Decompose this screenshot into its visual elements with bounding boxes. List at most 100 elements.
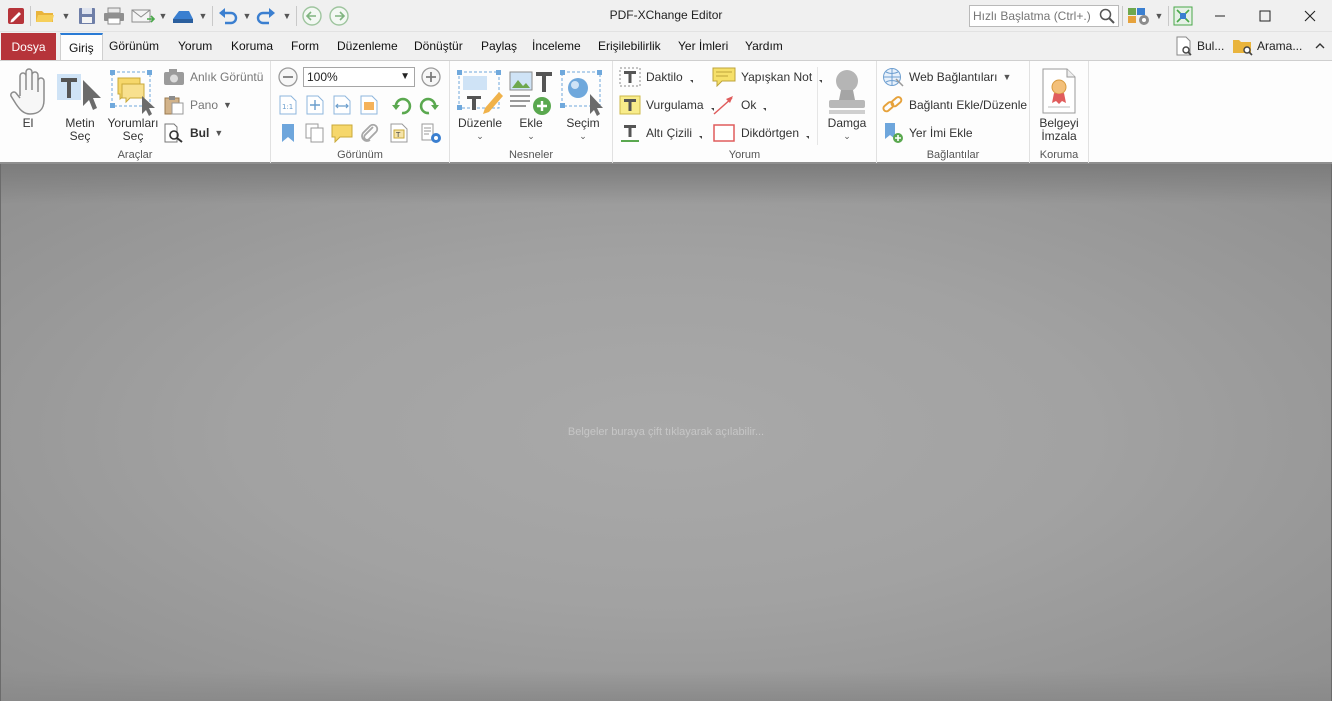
chevron-down-icon[interactable]: ▼ [281,4,293,28]
hand-tool-button[interactable]: El [6,65,50,130]
snapshot-button[interactable]: Anlık Görüntü [163,66,263,88]
redo-icon[interactable] [254,4,278,28]
file-tab[interactable]: Dosya [1,33,56,60]
back-arrow-icon[interactable] [300,4,324,28]
arrow-icon [713,96,733,115]
search-label: Arama... [1257,39,1303,53]
svg-text:T: T [395,131,401,139]
collapse-ribbon-icon[interactable] [1312,34,1328,58]
find-icon [164,123,183,143]
snapshot-label: Anlık Görüntü [190,70,264,84]
undo-icon[interactable] [216,4,240,28]
thumbnails-pane-button[interactable] [303,122,327,144]
selection-button[interactable]: Seçim ⌄ [556,65,610,143]
tab-view[interactable]: Görünüm [109,39,159,53]
rectangle-button[interactable]: Dikdörtgen [712,122,810,144]
fit-page-button[interactable] [303,94,327,116]
chevron-down-icon[interactable]: ▼ [1153,4,1165,28]
search-icon[interactable] [1099,8,1115,27]
customize-icon[interactable] [1126,4,1152,28]
add-edit-link-button[interactable]: Bağlantı Ekle/Düzenle [882,94,1027,116]
link-chain-icon [882,96,903,113]
comments-pane-button[interactable] [330,122,354,144]
quick-launch-search[interactable] [969,5,1119,27]
minimize-button[interactable] [1197,0,1242,32]
fit-width-icon [333,95,351,115]
add-objects-button[interactable]: Ekle ⌄ [506,65,556,143]
chevron-down-icon[interactable]: ▼ [60,4,72,28]
edit-objects-label: Düzenle [457,116,503,130]
fit-width-button[interactable] [330,94,354,116]
tab-accessibility[interactable]: Erişilebilirlik [598,39,661,53]
group-comment: Daktilo Vurgulama Altı Çizili Yapışkan N… [613,61,877,163]
attachments-pane-button[interactable] [357,122,381,144]
tab-organize[interactable]: Düzenleme [337,39,398,53]
open-folder-icon[interactable] [34,4,56,28]
chevron-down-icon[interactable]: ▼ [197,4,209,28]
edit-objects-button[interactable]: Düzenle ⌄ [454,65,506,143]
chevron-down-icon: ▼ [1002,72,1012,82]
tab-home[interactable]: Giriş [60,33,103,61]
quick-launch-input[interactable] [970,6,1096,26]
underline-button[interactable]: Altı Çizili [619,122,703,144]
zoom-in-button[interactable] [419,66,443,88]
document-area[interactable]: Belgeler buraya çift tıklayarak açılabil… [0,164,1332,701]
save-icon[interactable] [76,4,98,28]
dropdown-indicator-icon [699,135,703,139]
fullscreen-icon[interactable] [1172,4,1194,28]
find-button[interactable]: Bul... [1174,34,1224,58]
typewriter-label: Daktilo [646,70,683,84]
rotate-left-button[interactable] [390,94,414,116]
tab-convert[interactable]: Dönüştür [414,39,463,53]
bookmarks-pane-button[interactable] [276,122,300,144]
web-links-button[interactable]: Web Bağlantıları ▼ [882,66,1011,88]
view-settings-button[interactable] [419,122,443,144]
chevron-down-icon[interactable]: ▼ [241,4,253,28]
tab-form[interactable]: Form [291,39,319,53]
fit-visible-button[interactable] [357,94,381,116]
fit-page-icon [306,95,324,115]
tab-bookmarks[interactable]: Yer İmleri [678,39,728,53]
menu-bar: Dosya Giriş Görünüm Yorum Koruma Form Dü… [0,32,1332,61]
select-comments-button[interactable]: Yorumları Seç [106,65,160,143]
sticky-note-button[interactable]: Yapışkan Not [712,66,823,88]
edit-content-icon [457,70,503,114]
rotate-right-button[interactable] [417,94,441,116]
maximize-button[interactable] [1242,0,1287,32]
find-tool-button[interactable]: Bul ▼ [163,122,223,144]
clipboard-label: Pano [190,98,219,112]
actual-size-button[interactable]: 1:1 [276,94,300,116]
print-icon[interactable] [102,4,126,28]
clipboard-button[interactable]: Pano ▼ [163,94,232,116]
zoom-out-icon [278,67,298,87]
tab-review[interactable]: İnceleme [532,39,581,53]
forward-arrow-icon[interactable] [327,4,351,28]
typewriter-button[interactable]: Daktilo [619,66,693,88]
tab-protect[interactable]: Koruma [231,39,273,53]
tab-help[interactable]: Yardım [745,39,783,53]
camera-icon [164,69,184,85]
close-button[interactable] [1287,0,1332,32]
highlight-button[interactable]: Vurgulama [619,94,714,116]
search-button[interactable]: Arama... [1232,34,1302,58]
sign-document-button[interactable]: Belgeyi İmzala [1033,65,1085,143]
tab-share[interactable]: Paylaş [481,39,517,53]
arrow-button[interactable]: Ok [712,94,767,116]
fields-pane-button[interactable]: T [387,122,411,144]
chevron-down-icon[interactable]: ▼ [158,4,168,28]
rotate-left-icon [392,97,412,115]
scan-icon[interactable] [170,4,196,28]
email-icon[interactable] [130,4,156,28]
add-bookmark-button[interactable]: Yer İmi Ekle [882,122,973,144]
underline-label: Altı Çizili [646,126,693,140]
paperclip-icon [361,123,379,142]
stamp-button[interactable]: Damga ⌄ [821,65,873,143]
separator [1168,6,1169,26]
globe-icon [883,68,904,87]
tab-comment[interactable]: Yorum [178,39,212,53]
empty-document-hint: Belgeler buraya çift tıklayarak açılabil… [567,426,765,438]
select-text-button[interactable]: Metin Seç [54,65,106,143]
zoom-out-button[interactable] [276,66,300,88]
app-logo-icon[interactable] [4,4,28,28]
zoom-level-select[interactable]: 100% ▼ [303,67,415,87]
